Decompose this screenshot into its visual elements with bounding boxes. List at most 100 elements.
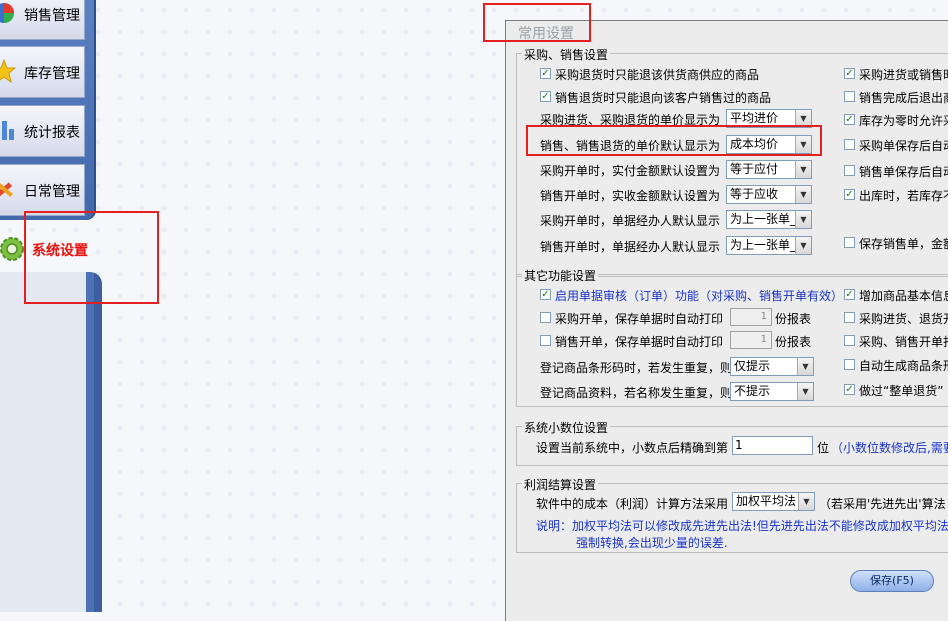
check-label: 增加商品基本信息 bbox=[859, 289, 948, 303]
check-purchase-print[interactable]: 采购开单，保存单据时自动打印 bbox=[540, 310, 723, 327]
profit-label: 软件中的成本（利润）计算方法采用 bbox=[536, 497, 729, 511]
checkbox[interactable] bbox=[540, 335, 551, 346]
barcode-dup-select[interactable]: 仅提示 ▼ bbox=[730, 357, 814, 376]
select-value: 不提示 bbox=[734, 384, 771, 398]
decimal-note: （小数位数修改后,需要 bbox=[831, 441, 948, 455]
select-value: 仅提示 bbox=[734, 359, 771, 373]
check-right-1[interactable]: ✓ 采购进货或销售时 bbox=[844, 66, 948, 83]
sales-print-copies[interactable]: 1 bbox=[730, 331, 772, 349]
checkbox[interactable]: ✓ bbox=[844, 384, 855, 395]
purchase-handler-select[interactable]: 为上一张单_ ▼ bbox=[726, 210, 812, 229]
profit-method-select[interactable]: 加权平均法 ▼ bbox=[732, 492, 815, 511]
name-dup-label: 登记商品资料，若名称发生重复，则 bbox=[540, 386, 733, 400]
checkbox[interactable]: ✓ bbox=[844, 114, 855, 125]
nav-item-sales[interactable]: 销售管理 bbox=[0, 0, 85, 40]
check-label: 做过“整单退货” bbox=[859, 384, 944, 398]
decimal-input[interactable]: 1 bbox=[732, 436, 813, 455]
group-title: 系统小数位设置 bbox=[522, 419, 611, 436]
nav-item-inventory[interactable]: 库存管理 bbox=[0, 46, 85, 98]
sales-received-label: 销售开单时，实收金额默认设置为 bbox=[540, 189, 721, 203]
checkbox[interactable] bbox=[844, 165, 855, 176]
check-label: 销售开单，保存单据时自动打印 bbox=[555, 335, 724, 349]
check-label: 采购退货时只能退该供货商供应的商品 bbox=[555, 68, 760, 82]
check-label: 销售完成后退出商 bbox=[859, 91, 948, 105]
checkbox[interactable] bbox=[844, 91, 855, 102]
check-label: 采购进货、退货开 bbox=[859, 312, 948, 326]
check-label: 库存为零时允许采 bbox=[859, 114, 948, 128]
profit-note-line2: 强制转换,会出现少量的误差. bbox=[576, 536, 728, 550]
purchase-paid-label: 采购开单时，实付金额默认设置为 bbox=[540, 164, 721, 178]
select-value: 为上一张单_ bbox=[730, 212, 797, 226]
save-button[interactable]: 保存(F5) bbox=[850, 570, 934, 592]
purchase-paid-select[interactable]: 等于应付 ▼ bbox=[726, 160, 812, 179]
checkbox[interactable] bbox=[540, 312, 551, 323]
nav-item-daily[interactable]: 日常管理 bbox=[0, 164, 85, 216]
check-other-right-2[interactable]: 采购进货、退货开 bbox=[844, 310, 948, 327]
checkbox[interactable] bbox=[844, 335, 855, 346]
check-label: 销售单保存后自动 bbox=[859, 165, 948, 179]
check-right-2[interactable]: 销售完成后退出商 bbox=[844, 89, 948, 106]
purchase-handler-label: 采购开单时，单据经办人默认显示 bbox=[540, 214, 721, 228]
sales-handler-label: 销售开单时，单据经办人默认显示 bbox=[540, 240, 721, 254]
purchase-print-copies[interactable]: 1 bbox=[730, 308, 772, 326]
check-right-5[interactable]: 销售单保存后自动 bbox=[844, 163, 948, 180]
check-right-6[interactable]: ✓ 出库时，若库存不 bbox=[844, 187, 948, 204]
check-sales-print[interactable]: 销售开单，保存单据时自动打印 bbox=[540, 333, 723, 350]
check-right-3[interactable]: ✓ 库存为零时允许采 bbox=[844, 112, 948, 129]
check-sales-return[interactable]: ✓ 销售退货时只能退向该客户销售过的商品 bbox=[540, 89, 771, 106]
nav-label: 销售管理 bbox=[24, 8, 80, 24]
checkbox[interactable] bbox=[844, 312, 855, 323]
check-other-right-4[interactable]: 自动生成商品条形 bbox=[844, 357, 948, 374]
checkbox[interactable]: ✓ bbox=[844, 68, 855, 79]
inventory-star-icon bbox=[0, 59, 16, 83]
checkbox[interactable]: ✓ bbox=[540, 91, 551, 102]
checkbox[interactable] bbox=[844, 359, 855, 370]
decimal-unit: 位 bbox=[817, 441, 830, 455]
checkbox[interactable]: ✓ bbox=[844, 189, 855, 200]
annotation-box-title bbox=[483, 3, 591, 42]
check-label: 启用单据审核（订单）功能（对采购、销售开单有效） bbox=[555, 289, 844, 303]
annotation-box-nav bbox=[24, 211, 159, 304]
check-right-4[interactable]: 采购单保存后自动 bbox=[844, 137, 948, 154]
check-other-right-1[interactable]: ✓ 增加商品基本信息 bbox=[844, 287, 948, 304]
check-other-right-3[interactable]: 采购、销售开单打 bbox=[844, 333, 948, 350]
check-right-7[interactable]: 保存销售单，金额 bbox=[844, 235, 948, 252]
chevron-down-icon[interactable]: ▼ bbox=[797, 383, 813, 400]
annotation-box-sales-price bbox=[526, 125, 822, 156]
barcode-dup-label: 登记商品条形码时，若发生重复，则 bbox=[540, 361, 733, 375]
group-title: 采购、销售设置 bbox=[522, 46, 611, 63]
nav-lower-inner bbox=[0, 278, 86, 612]
sales-received-select[interactable]: 等于应收 ▼ bbox=[726, 185, 812, 204]
check-label: 采购、销售开单打 bbox=[859, 335, 948, 349]
check-purchase-return[interactable]: ✓ 采购退货时只能退该供货商供应的商品 bbox=[540, 66, 759, 83]
check-audit[interactable]: ✓ 启用单据审核（订单）功能（对采购、销售开单有效） bbox=[540, 287, 843, 304]
chevron-down-icon[interactable]: ▼ bbox=[797, 358, 813, 375]
nav-label: 统计报表 bbox=[24, 125, 80, 141]
checkbox[interactable] bbox=[844, 139, 855, 150]
daily-tools-icon bbox=[0, 182, 13, 198]
chevron-down-icon[interactable]: ▼ bbox=[795, 161, 811, 178]
checkbox[interactable]: ✓ bbox=[540, 289, 551, 300]
group-title: 利润结算设置 bbox=[522, 476, 599, 493]
sales-chart-icon bbox=[0, 3, 14, 23]
check-label: 销售退货时只能退向该客户销售过的商品 bbox=[555, 91, 772, 105]
chevron-down-icon[interactable]: ▼ bbox=[795, 237, 811, 254]
checkbox[interactable] bbox=[844, 237, 855, 248]
common-settings-dialog: 常用设置 采购、销售设置 ✓ 采购退货时只能退该供货商供应的商品 ✓ 销售退货时… bbox=[505, 20, 948, 621]
check-other-right-5[interactable]: ✓ 做过“整单退货” bbox=[844, 382, 943, 399]
select-value: 加权平均法 bbox=[736, 494, 797, 508]
statistics-bars-icon bbox=[2, 121, 14, 140]
profit-note-line1: 说明：加权平均法可以修改成先进先出法!但先进先出法不能修改成加权平均法 bbox=[536, 519, 948, 533]
gear-icon bbox=[0, 237, 24, 261]
nav-item-statistics[interactable]: 统计报表 bbox=[0, 105, 85, 157]
check-label: 保存销售单，金额 bbox=[859, 237, 948, 251]
check-label: 采购进货或销售时 bbox=[859, 68, 948, 82]
chevron-down-icon[interactable]: ▼ bbox=[798, 493, 814, 510]
left-nav-panel: 销售管理 库存管理 统计报表 日常管理 bbox=[0, 0, 96, 220]
checkbox[interactable]: ✓ bbox=[540, 68, 551, 79]
sales-handler-select[interactable]: 为上一张单_ ▼ bbox=[726, 236, 812, 255]
chevron-down-icon[interactable]: ▼ bbox=[795, 186, 811, 203]
chevron-down-icon[interactable]: ▼ bbox=[795, 211, 811, 228]
checkbox[interactable]: ✓ bbox=[844, 289, 855, 300]
name-dup-select[interactable]: 不提示 ▼ bbox=[730, 382, 814, 401]
